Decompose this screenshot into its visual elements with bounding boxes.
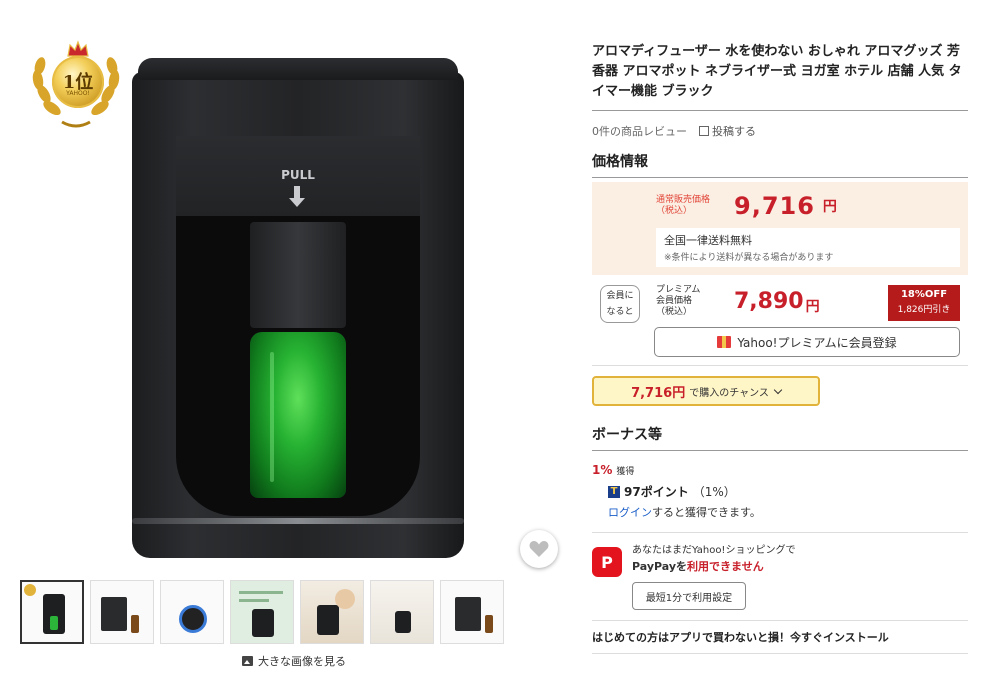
paypay-content: あなたはまだYahoo!ショッピングで PayPayを利用できません 最短1分で… [632, 541, 795, 610]
thumbnail-4[interactable] [230, 580, 294, 644]
bonus-section-title: ボーナス等 [592, 424, 968, 451]
price-section-title: 価格情報 [592, 151, 968, 178]
thumb-device [101, 597, 127, 631]
purchase-chance-button[interactable]: 7,716円 で購入のチャンス [592, 376, 820, 406]
image-icon [242, 656, 253, 666]
device-rim [132, 518, 464, 524]
member-tag-line2: なると [606, 307, 634, 317]
bonus-percent-label: 獲得 [616, 467, 635, 477]
paypay-section: P あなたはまだYahoo!ショッピングで PayPayを利用できません 最短1… [592, 532, 968, 610]
discount-percent: 18%OFF [900, 289, 948, 300]
points-row: T 97ポイント （1%） [608, 483, 968, 500]
pull-label: PULL [281, 168, 315, 182]
premium-price-row: 会員に なると プレミアム 会員価格 （税込） 7,890 円 18%OFF 1… [592, 283, 968, 323]
paypay-icon: P [592, 547, 622, 577]
thumbnail-3[interactable] [160, 580, 224, 644]
premium-price-yen: 円 [805, 299, 820, 315]
shipping-note: ※条件により送料が異なる場合があります [664, 253, 834, 263]
paypay-line1: あなたはまだYahoo!ショッピングで [632, 545, 796, 556]
green-bottle [250, 332, 346, 498]
rank-badge: 1位 YAHOO! [22, 34, 130, 134]
regular-price-box: 通常販売価格 （税込） 9,716 円 全国一律送料無料 ※条件により送料が異な… [592, 182, 968, 275]
regular-price: 9,716 [734, 192, 815, 220]
regular-price-label-line2: （税込） [656, 206, 693, 216]
thumb-bottle [50, 616, 58, 630]
member-tag: 会員に なると [600, 285, 640, 323]
thumb-device-top [179, 605, 207, 633]
chance-text: で購入のチャンス [689, 387, 769, 399]
heart-icon [529, 541, 549, 557]
chevron-down-icon [773, 385, 783, 394]
premium-signup-label: Yahoo!プレミアムに会員登録 [737, 335, 897, 350]
thumbnail-1[interactable] [20, 580, 84, 644]
shipping-main: 全国一律送料無料 [664, 234, 752, 247]
t-point-icon: T [608, 485, 620, 498]
chance-price: 7,716円 [631, 385, 686, 401]
thumb-text-line [239, 599, 269, 602]
arrow-down-icon [289, 186, 305, 207]
paypay-line2-b: 利用できません [687, 560, 764, 573]
premium-label-line1: プレミアム [656, 285, 701, 295]
regular-price-row: 通常販売価格 （税込） 9,716 円 [656, 192, 960, 220]
product-title: アロマディフューザー 水を使わない おしゃれ アロマグッズ 芳香器 アロマポット… [592, 42, 968, 111]
thumbnail-6[interactable] [370, 580, 434, 644]
app-install-promo[interactable]: はじめての方はアプリで買わないと損！今すぐインストール [592, 620, 968, 654]
paypay-setup-button[interactable]: 最短1分で利用設定 [632, 582, 746, 610]
thumb-device [455, 597, 481, 631]
post-review-label: 投稿する [712, 125, 756, 138]
thumbnail-7[interactable] [440, 580, 504, 644]
review-row: 0件の商品レビュー 投稿する [592, 123, 968, 139]
view-large-image-link[interactable]: 大きな画像を見る [242, 653, 346, 669]
thumb-device [317, 605, 339, 635]
pencil-icon [699, 126, 709, 136]
thumb-rank-badge [24, 584, 36, 596]
premium-label-line2: 会員価格 [656, 296, 693, 306]
regular-price-label-line1: 通常販売価格 [656, 195, 711, 205]
bonus-percent: 1% [592, 463, 613, 477]
purchase-chance-section: 7,716円 で購入のチャンス [592, 365, 968, 406]
post-review-button[interactable]: 投稿する [699, 123, 756, 139]
regular-price-yen: 円 [822, 199, 837, 215]
premium-price-label: プレミアム 会員価格 （税込） [656, 285, 734, 318]
login-row: ログインすると獲得できます。 [608, 504, 968, 520]
product-photo: PULL [132, 58, 464, 558]
discount-amount: 1,826円引き [897, 305, 951, 315]
thumbnail-2[interactable] [90, 580, 154, 644]
paypay-line2: PayPayを利用できません [632, 558, 795, 574]
thumb-hand [335, 589, 355, 609]
device-nozzle [250, 222, 346, 328]
thumb-text-line [239, 591, 283, 594]
discount-badge: 18%OFF 1,826円引き [888, 285, 960, 321]
login-link[interactable]: ログイン [608, 506, 652, 519]
thumb-device [252, 609, 274, 637]
bottle-highlight [270, 352, 274, 482]
view-large-image-label: 大きな画像を見る [258, 655, 346, 668]
points-value: 97ポイント [624, 485, 689, 499]
gold-medal: 1位 YAHOO! [52, 56, 104, 108]
product-info-panel: アロマディフューザー 水を使わない おしゃれ アロマグッズ 芳香器 アロマポット… [592, 42, 968, 654]
thumb-bottle [485, 615, 493, 633]
favorite-button[interactable] [520, 530, 558, 568]
login-rest-text: すると獲得できます。 [652, 506, 761, 519]
device-top [138, 58, 458, 80]
thumbnail-5[interactable] [300, 580, 364, 644]
premium-label-line3: （税込） [656, 307, 693, 317]
regular-price-label: 通常販売価格 （税込） [656, 195, 734, 217]
thumb-bottle [131, 615, 139, 633]
thumb-device [395, 611, 411, 633]
paypay-line2-a: PayPayを [632, 560, 688, 573]
shipping-box: 全国一律送料無料 ※条件により送料が異なる場合があります [656, 228, 960, 267]
bonus-percent-row: 1% 獲得 [592, 463, 968, 477]
points-rate: （1%） [692, 485, 736, 499]
member-tag-line1: 会員に [606, 291, 634, 301]
premium-price: 7,890 [734, 289, 804, 314]
review-count[interactable]: 0件の商品レビュー [592, 123, 687, 139]
rank-brand: YAHOO! [66, 90, 90, 97]
thumbnail-strip [20, 580, 504, 644]
gift-icon [717, 336, 732, 348]
premium-signup-button[interactable]: Yahoo!プレミアムに会員登録 [654, 327, 960, 357]
